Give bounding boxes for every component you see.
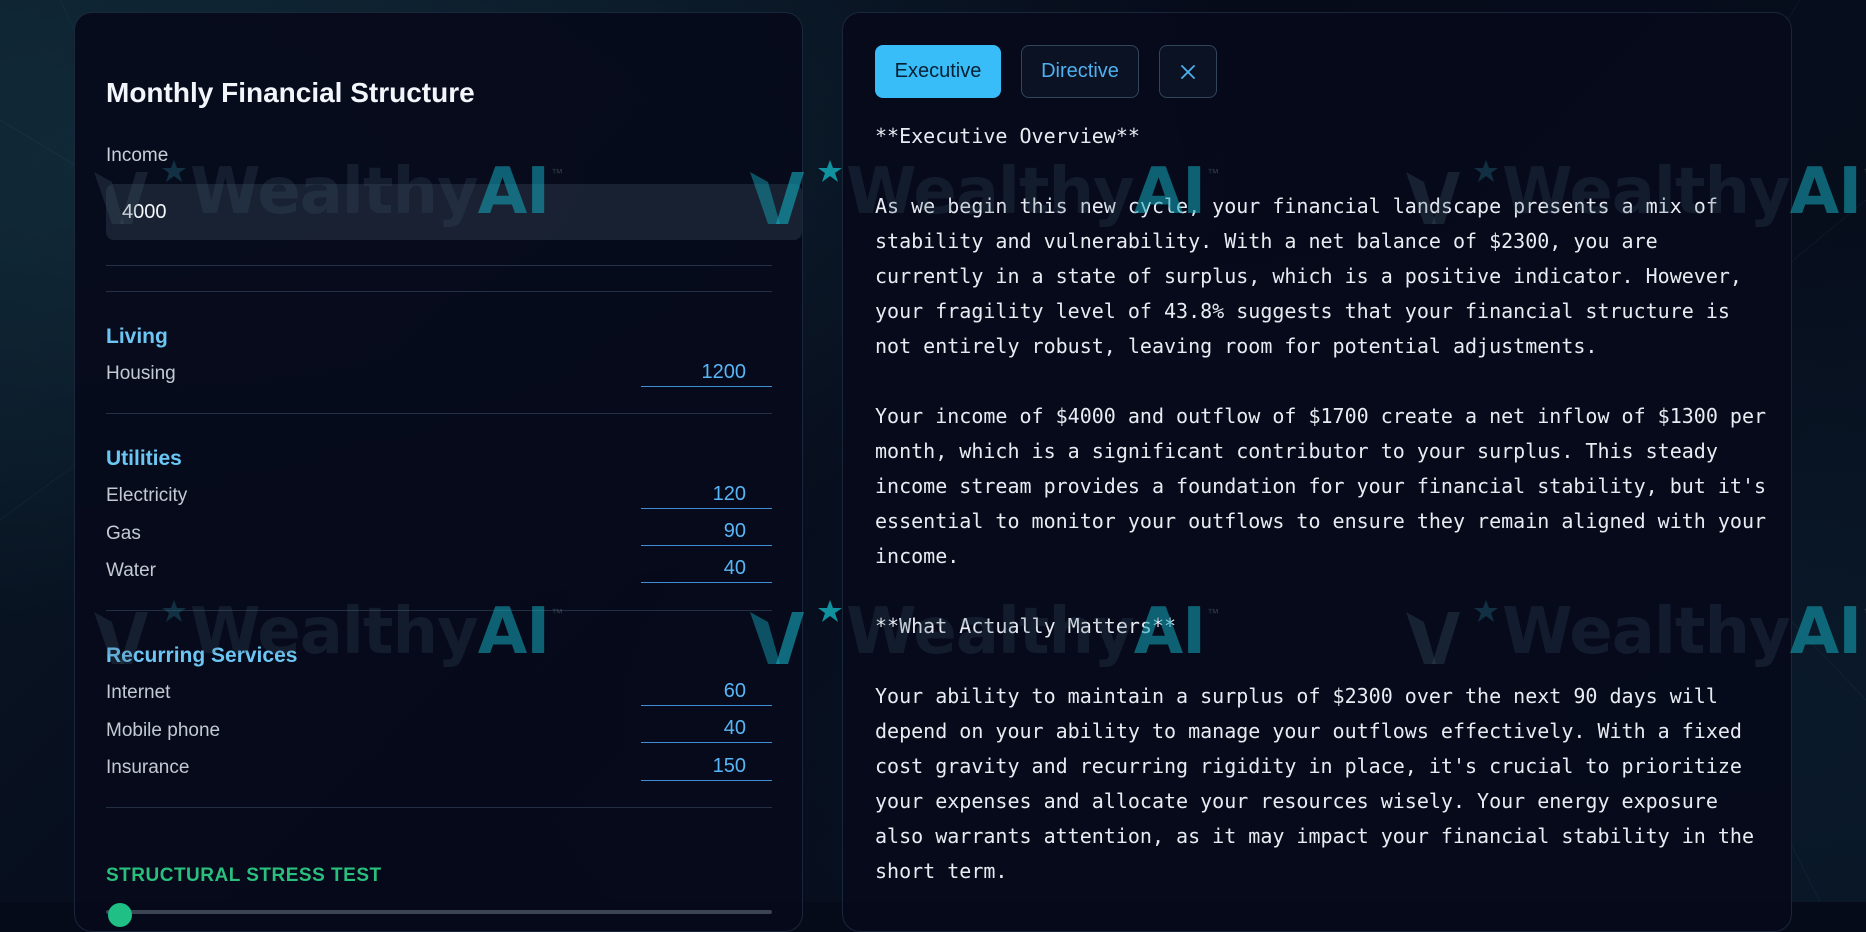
report-heading: **What Actually Matters** <box>875 609 1775 644</box>
financial-structure-panel: Monthly Financial Structure Income Livin… <box>74 12 803 932</box>
divider <box>106 807 772 808</box>
close-button[interactable] <box>1159 45 1217 98</box>
report-heading: **Executive Overview** <box>875 119 1775 154</box>
row-label-electricity: Electricity <box>106 485 187 507</box>
tab-executive[interactable]: Executive <box>875 45 1001 98</box>
mobile-phone-input[interactable] <box>641 715 772 743</box>
stress-test-slider-thumb[interactable] <box>108 903 132 927</box>
gas-input[interactable] <box>641 518 772 546</box>
tab-directive[interactable]: Directive <box>1021 45 1139 98</box>
report-paragraph: As we begin this new cycle, your financi… <box>875 189 1775 364</box>
income-label: Income <box>106 145 168 167</box>
row-label-insurance: Insurance <box>106 757 189 779</box>
report-paragraph: Your income of $4000 and outflow of $170… <box>875 399 1775 574</box>
row-label-internet: Internet <box>106 682 170 704</box>
section-title-living: Living <box>106 325 168 349</box>
divider <box>106 610 772 611</box>
close-icon <box>1179 63 1197 81</box>
executive-report: **Executive Overview** As we begin this … <box>875 119 1775 924</box>
divider <box>106 413 772 414</box>
report-paragraph: Your ability to maintain a surplus of $2… <box>875 679 1775 889</box>
divider <box>106 265 772 266</box>
income-input[interactable] <box>106 184 802 240</box>
row-label-mobile-phone: Mobile phone <box>106 720 220 742</box>
row-label-water: Water <box>106 560 156 582</box>
report-panel: Executive Directive **Executive Overview… <box>842 12 1792 932</box>
divider <box>106 291 772 292</box>
row-label-housing: Housing <box>106 363 176 385</box>
stress-test-slider-track[interactable] <box>106 910 772 914</box>
internet-input[interactable] <box>641 678 772 706</box>
water-input[interactable] <box>641 555 772 583</box>
housing-input[interactable] <box>641 359 772 387</box>
electricity-input[interactable] <box>641 481 772 509</box>
row-label-gas: Gas <box>106 523 141 545</box>
section-title-utilities: Utilities <box>106 447 182 471</box>
stress-test-title: STRUCTURAL STRESS TEST <box>106 865 382 887</box>
insurance-input[interactable] <box>641 753 772 781</box>
section-title-recurring-services: Recurring Services <box>106 644 297 668</box>
panel-title: Monthly Financial Structure <box>106 77 475 109</box>
